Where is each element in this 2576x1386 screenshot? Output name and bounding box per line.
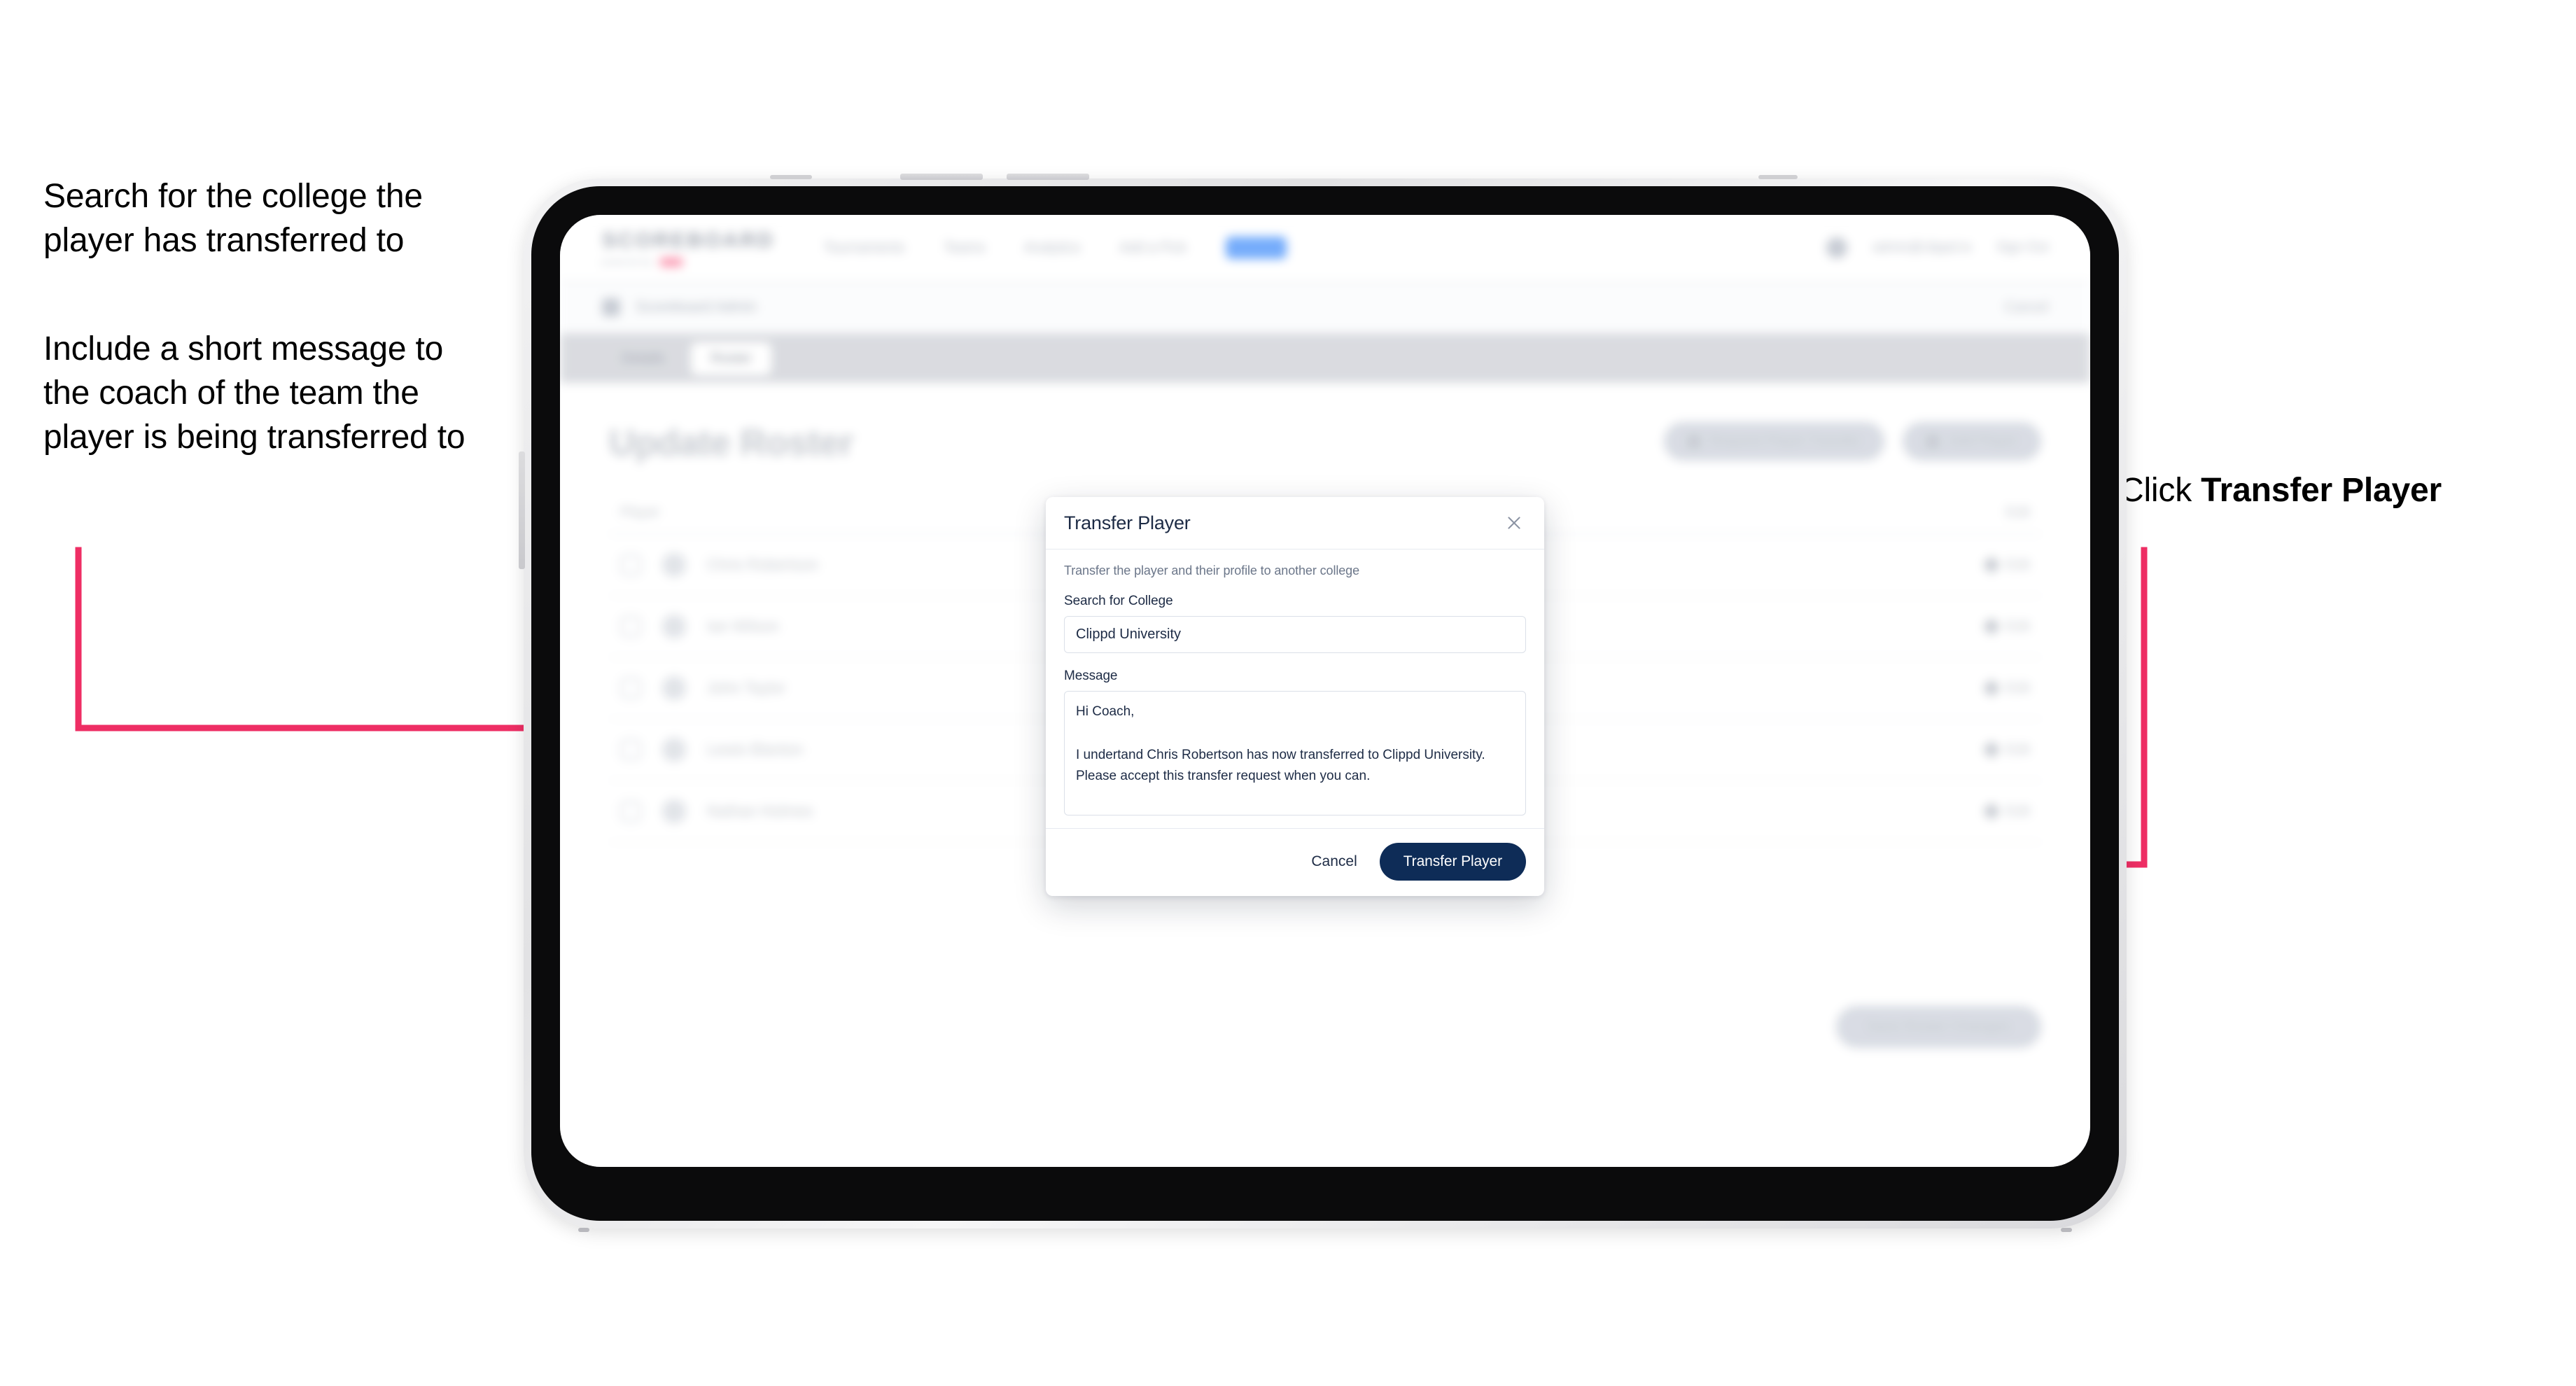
dialog-header: Transfer Player	[1046, 497, 1544, 550]
subbar-cancel-link[interactable]: Cancel	[2005, 300, 2048, 316]
page-title: Update Roster	[609, 423, 853, 463]
close-icon[interactable]	[1502, 511, 1526, 535]
avatar	[662, 738, 686, 762]
annotation-click-transfer-player: Click Transfer Player	[2120, 469, 2540, 513]
annotation-right-emphasis: Transfer Player	[2201, 472, 2442, 509]
add-player-button[interactable]: Add Player	[1903, 422, 2041, 461]
search-college-input[interactable]	[1064, 616, 1526, 653]
annotation-include-message: Include a short message to the coach of …	[43, 330, 465, 456]
top-navigation-bar: SCOREBOARD powered by Tournaments Teams …	[560, 215, 2090, 282]
tab-details[interactable]: Details	[602, 342, 684, 375]
transfer-icon	[1687, 435, 1700, 448]
dialog-footer: Cancel Transfer Player	[1046, 828, 1544, 896]
column-header-player: Player	[620, 505, 660, 520]
cancel-button[interactable]: Cancel	[1308, 849, 1359, 874]
avatar	[662, 676, 686, 700]
avatar[interactable]	[1826, 237, 1848, 258]
dialog-title: Transfer Player	[1064, 512, 1191, 533]
dialog-body: Transfer the player and their profile to…	[1046, 550, 1544, 828]
tablet-power-button[interactable]	[519, 451, 525, 569]
row-edit-label: Edit	[2005, 803, 2030, 819]
pencil-icon	[1982, 556, 2001, 574]
brand-accent-mark	[659, 257, 684, 267]
row-checkbox[interactable]	[620, 678, 641, 699]
message-textarea[interactable]: Hi Coach, I undertand Chris Robertson ha…	[1064, 691, 1526, 816]
player-name: John Taylor	[707, 679, 786, 696]
row-edit-action[interactable]: Edit	[1982, 679, 2030, 697]
row-edit-action[interactable]: Edit	[1982, 741, 2030, 759]
player-name: Ian Wilson	[707, 617, 779, 635]
row-edit-label: Edit	[2005, 741, 2030, 757]
player-name: Lewis Blanton	[707, 741, 803, 758]
pencil-icon	[1982, 617, 2001, 636]
row-checkbox[interactable]	[620, 739, 641, 760]
avatar	[662, 553, 686, 577]
app-logo[interactable]: SCOREBOARD powered by	[602, 229, 775, 267]
pencil-icon	[1982, 679, 2001, 697]
row-edit-label: Edit	[2005, 556, 2030, 573]
context-sub-bar: Scoreboard Admin Cancel	[560, 282, 2090, 334]
page-action-buttons: Request Player Transfer Add Player	[1663, 422, 2041, 461]
add-player-label: Add Player	[1949, 433, 2017, 449]
player-name: Nathan Holmes	[707, 802, 813, 820]
message-label: Message	[1064, 668, 1118, 683]
brand-subline: powered by	[602, 257, 775, 267]
nav-link-tournaments[interactable]: Tournaments	[824, 240, 905, 256]
nav-user-email: admin@clippd.io	[1872, 240, 1972, 255]
subbar-title: Scoreboard Admin	[636, 299, 757, 315]
save-roster-changes-button[interactable]: Save Roster Changes	[1835, 1006, 2041, 1048]
row-edit-label: Edit	[2005, 618, 2030, 634]
tab-strip: Details Roster	[560, 334, 2090, 383]
plus-icon	[1926, 435, 1940, 448]
nav-link-roster[interactable]: Roster	[1225, 237, 1287, 259]
nav-user-area: admin@clippd.io Sign Out	[1826, 237, 2048, 258]
tablet-volume-down-button[interactable]	[1007, 174, 1089, 180]
brand-powered-by: powered by	[602, 257, 653, 267]
nav-link-add-a-pick[interactable]: Add a Pick	[1119, 240, 1186, 256]
tab-roster[interactable]: Roster	[691, 342, 772, 375]
search-college-label: Search for College	[1064, 594, 1173, 608]
nav-link-analytics[interactable]: Analytics	[1024, 240, 1080, 256]
row-edit-action[interactable]: Edit	[1982, 556, 2030, 574]
request-player-transfer-label: Request Player Transfer	[1709, 433, 1861, 449]
row-checkbox[interactable]	[620, 616, 641, 637]
row-checkbox[interactable]	[620, 554, 641, 575]
row-checkbox[interactable]	[620, 801, 641, 822]
tablet-volume-up-button[interactable]	[900, 174, 983, 180]
tablet-bottom-port-right	[2061, 1228, 2072, 1232]
tablet-bottom-port-left	[578, 1228, 589, 1232]
row-edit-action[interactable]: Edit	[1982, 802, 2030, 820]
row-edit-label: Edit	[2005, 680, 2030, 696]
annotation-right-prefix: Click	[2120, 472, 2202, 509]
pencil-icon	[1982, 741, 2001, 759]
transfer-player-dialog: Transfer Player Transfer the player and …	[1046, 497, 1544, 896]
row-edit-action[interactable]: Edit	[1982, 617, 2030, 636]
pencil-icon	[1982, 802, 2001, 820]
primary-nav-links: Tournaments Teams Analytics Add a Pick R…	[824, 237, 1287, 259]
page-header: Update Roster Request Player Transfer Ad…	[609, 422, 2041, 464]
avatar	[662, 799, 686, 823]
building-icon	[602, 298, 620, 316]
dialog-description: Transfer the player and their profile to…	[1064, 564, 1359, 578]
brand-wordmark: SCOREBOARD	[602, 229, 775, 252]
tablet-top-sensor	[1758, 175, 1798, 179]
request-player-transfer-button[interactable]: Request Player Transfer	[1663, 422, 1885, 461]
column-header-edit: Edit	[2005, 505, 2030, 520]
player-name: Chris Robertson	[707, 556, 818, 573]
transfer-player-submit-button[interactable]: Transfer Player	[1379, 843, 1526, 881]
nav-link-teams[interactable]: Teams	[944, 240, 985, 256]
nav-sign-out-link[interactable]: Sign Out	[1996, 240, 2048, 255]
avatar	[662, 615, 686, 638]
annotation-search-college: Search for the college the player has tr…	[43, 178, 423, 259]
tablet-microphone	[770, 175, 812, 179]
